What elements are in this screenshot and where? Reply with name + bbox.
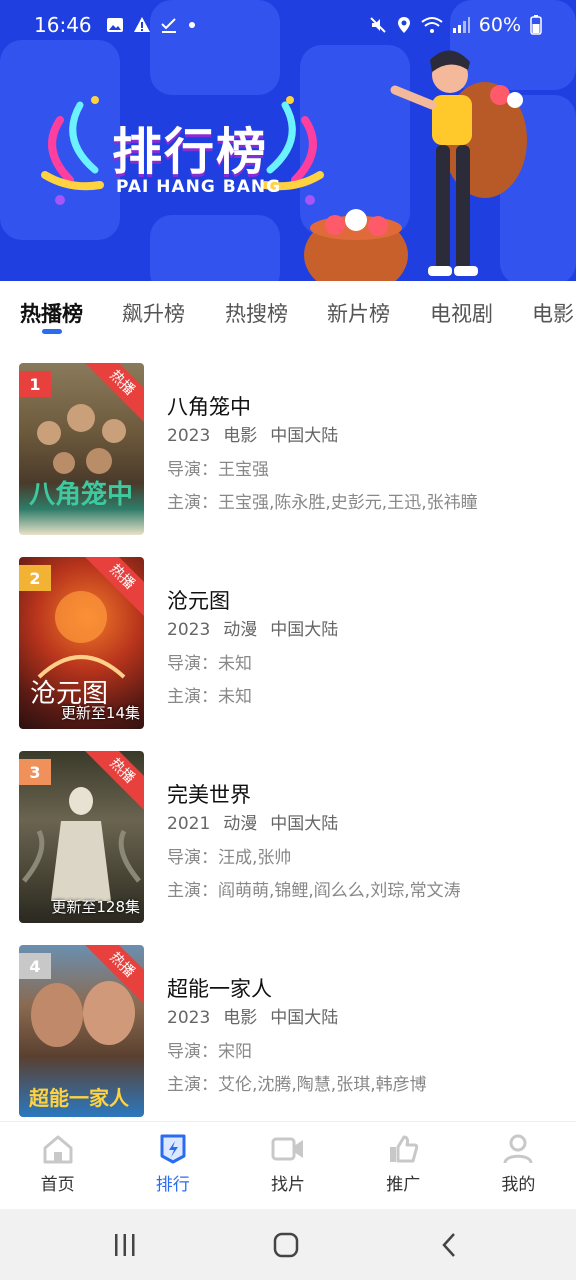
- nav-mine[interactable]: 我的: [461, 1122, 576, 1209]
- item-director: 导演：汪成,张帅: [167, 848, 292, 868]
- item-genre: 电影: [223, 426, 258, 446]
- nav-home-label: 首页: [40, 1175, 75, 1195]
- item-year: 2021: [167, 814, 211, 834]
- item-region: 中国大陆: [270, 620, 339, 640]
- item-region: 中国大陆: [270, 1008, 339, 1028]
- active-tab-indicator: [42, 329, 62, 334]
- poster-caption: 更新至128集: [51, 898, 140, 916]
- bottom-navigation: 首页 排行 找片 推广 我的: [0, 1121, 576, 1209]
- poster[interactable]: 八角笼中 1 热播: [19, 363, 144, 535]
- ranking-list: 八角笼中 1 热播 八角笼中 2023 电影 中国大陆 导演：王宝强 主演：王宝强,…: [0, 343, 576, 1121]
- item-meta: 2021 动漫 中国大陆: [167, 809, 351, 834]
- poster[interactable]: 3 热播 更新至128集: [19, 751, 144, 923]
- item-meta: 2023 电影 中国大陆: [167, 1003, 351, 1028]
- rank-badge: 4: [19, 953, 51, 979]
- item-cast: 主演：王宝强,陈永胜,史彭元,王迅,张祎瞳: [167, 493, 478, 513]
- nav-promote-label: 推广: [386, 1175, 421, 1195]
- nav-mine-label: 我的: [501, 1175, 536, 1195]
- video-camera-icon: [271, 1137, 303, 1161]
- item-genre: 动漫: [223, 620, 258, 640]
- nav-find-film-label: 找片: [271, 1175, 305, 1195]
- item-title[interactable]: 完美世界: [167, 779, 251, 809]
- poster[interactable]: 超能一家人 4 热播: [19, 945, 144, 1117]
- list-item[interactable]: 八角笼中 1 热播 八角笼中 2023 电影 中国大陆 导演：王宝强 主演：王宝强,…: [0, 343, 576, 537]
- item-region: 中国大陆: [270, 426, 339, 446]
- list-item[interactable]: 3 热播 更新至128集 完美世界 2021 动漫 中国大陆 导演：汪成,张帅 主演…: [0, 731, 576, 925]
- banner-illustration: [41, 50, 527, 281]
- list-item[interactable]: 沧元图 2 热播 更新至14集 沧元图 2023 动漫 中国大陆 导演：未知 主演：…: [0, 537, 576, 731]
- ranking-banner: 16:46 60% 排行榜 PAI HANG BANG: [0, 0, 576, 281]
- item-cast: 主演：未知: [167, 687, 252, 707]
- poster-caption: 更新至14集: [60, 704, 140, 722]
- tab-new-release[interactable]: 新片榜: [327, 298, 390, 328]
- item-year: 2023: [167, 1008, 211, 1028]
- tab-hot-play[interactable]: 热播榜: [20, 298, 83, 328]
- banner-subtitle: PAI HANG BANG: [116, 177, 282, 197]
- thumbs-up-icon: [390, 1135, 419, 1163]
- tab-rising[interactable]: 飙升榜: [122, 298, 185, 328]
- rank-badge: 1: [19, 371, 51, 397]
- recent-apps-icon[interactable]: [111, 1231, 139, 1259]
- list-item[interactable]: 超能一家人 4 热播 超能一家人 2023 电影 中国大陆 导演：宋阳 主演：艾伦,…: [0, 925, 576, 1119]
- item-genre: 电影: [223, 1008, 258, 1028]
- item-region: 中国大陆: [270, 814, 339, 834]
- item-meta: 2023 动漫 中国大陆: [167, 615, 351, 640]
- item-director: 导演：未知: [167, 654, 252, 674]
- back-icon[interactable]: [436, 1231, 464, 1259]
- ranking-icon: [160, 1134, 186, 1164]
- item-director: 导演：王宝强: [167, 460, 269, 480]
- rank-badge: 3: [19, 759, 51, 785]
- item-year: 2023: [167, 620, 211, 640]
- svg-text:八角笼中: 八角笼中: [29, 479, 133, 510]
- nav-find-film[interactable]: 找片: [230, 1122, 345, 1209]
- tab-movie[interactable]: 电影: [532, 298, 574, 328]
- item-title[interactable]: 八角笼中: [167, 391, 251, 421]
- item-title[interactable]: 沧元图: [167, 585, 230, 615]
- nav-promote[interactable]: 推广: [346, 1122, 461, 1209]
- item-year: 2023: [167, 426, 211, 446]
- nav-home[interactable]: 首页: [0, 1122, 115, 1209]
- item-director: 导演：宋阳: [167, 1042, 252, 1062]
- nav-ranking[interactable]: 排行: [115, 1122, 230, 1209]
- nav-ranking-label: 排行: [155, 1175, 190, 1195]
- poster[interactable]: 沧元图 2 热播 更新至14集: [19, 557, 144, 729]
- banner-title: 排行榜: [112, 123, 268, 181]
- item-meta: 2023 电影 中国大陆: [167, 421, 351, 446]
- home-button-icon[interactable]: [272, 1231, 300, 1259]
- tab-tv-series[interactable]: 电视剧: [430, 298, 493, 328]
- system-navigation-bar: [0, 1209, 576, 1280]
- svg-text:超能一家人: 超能一家人: [28, 1086, 130, 1110]
- item-cast: 主演：艾伦,沈腾,陶慧,张琪,韩彦博: [167, 1075, 427, 1095]
- home-icon: [43, 1135, 73, 1164]
- item-genre: 动漫: [223, 814, 258, 834]
- tab-hot-search[interactable]: 热搜榜: [225, 298, 288, 328]
- category-tabs: 热播榜 飙升榜 热搜榜 新片榜 电视剧 电影: [0, 281, 576, 343]
- user-icon: [503, 1134, 533, 1164]
- rank-badge: 2: [19, 565, 51, 591]
- item-title[interactable]: 超能一家人: [167, 973, 272, 1003]
- item-cast: 主演：阎萌萌,锦鲤,阎么么,刘琮,常文涛: [167, 881, 461, 901]
